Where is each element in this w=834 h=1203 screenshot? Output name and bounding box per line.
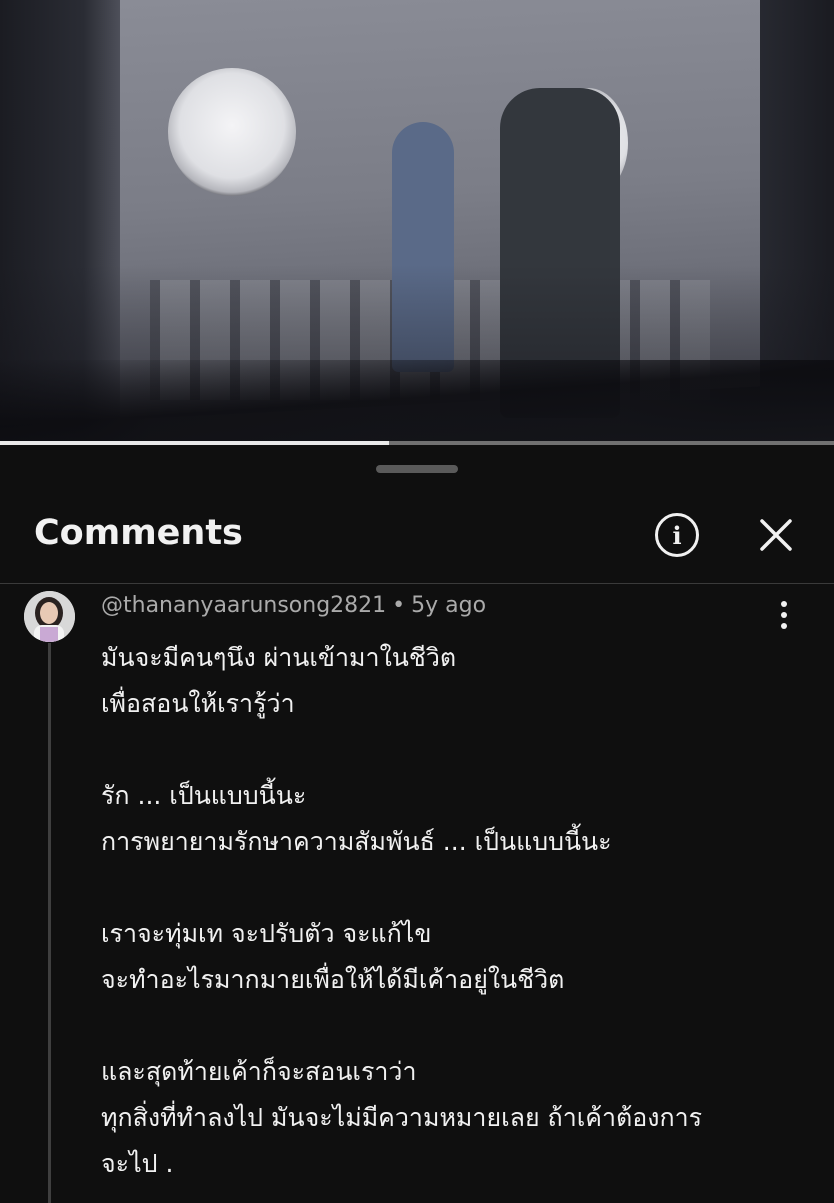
comment-line: เราจะทุ่มเท จะปรับตัว จะแก้ไข: [101, 919, 432, 948]
comment-age: 5y ago: [411, 593, 487, 618]
comment-line: จะไป .: [101, 1149, 174, 1178]
comment-line: และสุดท้ายเค้าก็จะสอนเราว่า: [101, 1057, 417, 1086]
more-dot: [781, 612, 787, 618]
more-options-icon[interactable]: [770, 597, 798, 633]
comment-line: [101, 1003, 801, 1049]
info-icon[interactable]: i: [655, 513, 699, 557]
comment-meta: @thananyaarunsong2821 • 5y ago: [101, 593, 486, 618]
video-player[interactable]: [0, 0, 834, 441]
header-divider: [0, 583, 834, 584]
close-icon[interactable]: [752, 511, 800, 559]
drag-handle[interactable]: [376, 465, 458, 473]
comment-author[interactable]: @thananyaarunsong2821: [101, 593, 386, 618]
comments-sheet: Comments i @thananyaarunsong2821 • 5y ago …: [0, 445, 834, 1203]
avatar[interactable]: [24, 591, 75, 642]
comment-line: รัก ... เป็นแบบนี้นะ: [101, 781, 307, 810]
video-scene-shadow: [0, 360, 834, 441]
comment-line: [101, 727, 801, 773]
comment-line: [101, 865, 801, 911]
comments-title: Comments: [34, 513, 243, 553]
comment-body: มันจะมีคนๆนึง ผ่านเข้ามาในชีวิต เพื่อสอน…: [101, 635, 801, 1187]
comment-line: เพื่อสอนให้เรารู้ว่า: [101, 689, 295, 718]
more-dot: [781, 623, 787, 629]
comment-line: มันจะมีคนๆนึง ผ่านเข้ามาในชีวิต: [101, 643, 457, 672]
comment-line: จะทำอะไรมากมายเพื่อให้ได้มีเค้าอยู่ในชีว…: [101, 965, 565, 994]
thread-line: [48, 643, 51, 1203]
comment-line: การพยายามรักษาความสัมพันธ์ ... เป็นแบบนี…: [101, 827, 612, 856]
more-dot: [781, 601, 787, 607]
meta-separator: •: [392, 593, 406, 618]
comment-line: ทุกสิ่งที่ทำลงไป มันจะไม่มีความหมายเลย ถ…: [101, 1103, 703, 1132]
